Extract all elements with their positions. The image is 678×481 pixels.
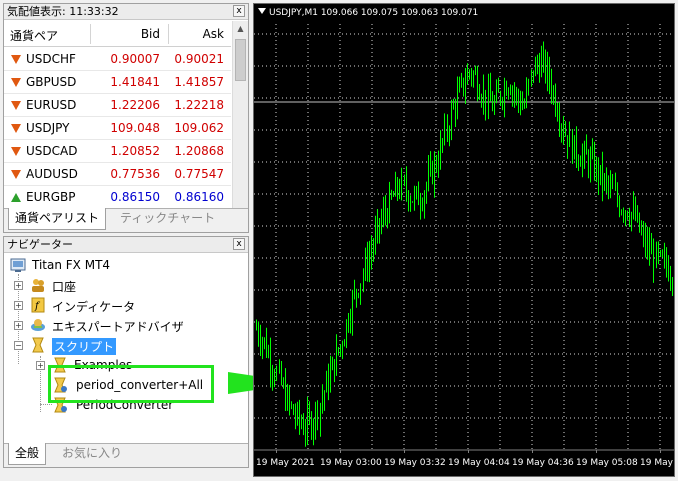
column-header-ask[interactable]: Ask	[160, 27, 224, 41]
bid-price: 1.22206	[110, 98, 160, 112]
scrollbar[interactable]: ▲	[232, 21, 248, 208]
expert-advisor-icon	[31, 319, 45, 331]
arrow-down-icon	[11, 147, 21, 156]
time-axis-label: 19 May 05:08	[576, 458, 638, 468]
arrow-up-icon	[11, 193, 21, 202]
bid-price: 0.86150	[110, 190, 160, 204]
symbol-name: GBPUSD	[26, 75, 77, 89]
symbol-row[interactable]: AUDUSD 0.77536 0.77547	[4, 163, 231, 186]
symbol-name: USDJPY	[26, 121, 70, 135]
tab-tick-chart[interactable]: ティックチャート	[114, 208, 221, 230]
time-axis-label: 19 May 04:04	[448, 458, 510, 468]
ask-price: 1.20868	[174, 144, 224, 158]
indicators-icon: f	[31, 297, 45, 313]
symbol-row[interactable]: USDCAD 1.20852 1.20868	[4, 140, 231, 163]
expand-icon[interactable]: +	[36, 361, 45, 370]
symbol-name: AUDUSD	[26, 167, 78, 181]
collapse-icon[interactable]: −	[14, 341, 23, 350]
bid-price: 1.41841	[110, 75, 160, 89]
chart-title-text: USDJPY,M1 109.066 109.075 109.063 109.07…	[269, 8, 479, 18]
symbol-name: USDCAD	[26, 144, 78, 158]
ask-price: 1.41857	[174, 75, 224, 89]
time-axis-label: 19 May 2021	[256, 458, 315, 468]
expand-icon[interactable]: +	[14, 281, 23, 290]
time-axis-label: 19 May 03:32	[384, 458, 446, 468]
scroll-thumb[interactable]	[235, 39, 246, 81]
arrow-down-icon	[11, 55, 21, 64]
market-watch-header: 通貨ペア Bid Ask	[4, 21, 231, 47]
close-icon[interactable]: x	[233, 238, 245, 250]
symbol-list: USDCHF 0.90007 0.90021 GBPUSD 1.41841 1.41857…	[4, 48, 231, 208]
ask-price: 109.062	[174, 121, 224, 135]
symbol-name: EURUSD	[26, 98, 77, 112]
market-watch-tabs: 通貨ペアリスト ティックチャート	[4, 208, 248, 232]
ask-price: 0.77547	[174, 167, 224, 181]
symbol-name: USDCHF	[26, 52, 76, 66]
tree-line	[40, 404, 52, 405]
ask-price: 1.22218	[174, 98, 224, 112]
close-icon[interactable]: x	[233, 5, 245, 17]
navigator-panel: ナビゲーター x Titan FX MT4 + 口座 + f インディケータ +…	[3, 236, 249, 468]
time-axis-label: 19 May 05:40	[640, 458, 674, 468]
tab-favorites[interactable]: お気に入り	[56, 443, 128, 465]
symbol-row[interactable]: EURUSD 1.22206 1.22218	[4, 94, 231, 117]
bid-price: 0.90007	[110, 52, 160, 66]
scroll-up-icon[interactable]: ▲	[233, 21, 248, 36]
tab-general[interactable]: 全般	[8, 443, 47, 465]
symbol-row[interactable]: GBPUSD 1.41841 1.41857	[4, 71, 231, 94]
navigator-tree: Titan FX MT4 + 口座 + f インディケータ + エキスパートアド…	[4, 254, 248, 444]
column-header-bid[interactable]: Bid	[94, 27, 160, 41]
bid-price: 0.77536	[110, 167, 160, 181]
chart-canvas: 19 May 2021 19 May 03:00 19 May 03:32 19 Ma…	[254, 24, 674, 468]
navigator-tabs: 全般 お気に入り	[4, 443, 248, 467]
tree-root-label: Titan FX MT4	[32, 258, 111, 272]
price-chart[interactable]: 19 May 2021 19 May 03:00 19 May 03:32 19 Ma…	[253, 3, 675, 477]
highlight-box	[48, 365, 214, 403]
column-header-symbol[interactable]: 通貨ペア	[10, 27, 58, 44]
symbol-row[interactable]: EURGBP 0.86150 0.86160	[4, 186, 231, 208]
symbol-row[interactable]: USDJPY 109.048 109.062	[4, 117, 231, 140]
arrow-down-icon	[11, 78, 21, 87]
chart-title: USDJPY,M1 109.066 109.075 109.063 109.07…	[258, 8, 478, 18]
market-watch-title: 気配値表示: 11:33:32 x	[4, 4, 248, 20]
tree-item-label-selected: スクリプト	[52, 338, 117, 355]
time-axis-label: 19 May 04:36	[512, 458, 574, 468]
scripts-icon	[32, 337, 44, 353]
symbol-row[interactable]: USDCHF 0.90007 0.90021	[4, 48, 231, 71]
ask-price: 0.86160	[174, 190, 224, 204]
dropdown-icon	[258, 8, 266, 14]
tree-item-label: インディケータ	[52, 300, 136, 314]
arrow-down-icon	[11, 170, 21, 179]
column-divider[interactable]	[90, 24, 91, 44]
tab-symbols[interactable]: 通貨ペアリスト	[8, 208, 107, 230]
terminal-icon	[10, 258, 26, 272]
accounts-icon	[32, 279, 44, 292]
navigator-title-text: ナビゲーター	[7, 238, 73, 251]
bid-price: 1.20852	[110, 144, 160, 158]
market-watch-panel: 気配値表示: 11:33:32 x 通貨ペア Bid Ask USDCHF 0.9…	[3, 3, 249, 233]
symbol-name: EURGBP	[26, 190, 76, 204]
arrow-down-icon	[11, 124, 21, 133]
expand-icon[interactable]: +	[14, 321, 23, 330]
ask-price: 0.90021	[174, 52, 224, 66]
expand-icon[interactable]: +	[14, 301, 23, 310]
bid-price: 109.048	[110, 121, 160, 135]
navigator-title: ナビゲーター x	[4, 237, 248, 253]
tree-item-label: 口座	[52, 280, 77, 294]
tree-item-label: エキスパートアドバイザ	[52, 320, 184, 334]
market-watch-title-text: 気配値表示: 11:33:32	[7, 5, 119, 18]
time-axis-label: 19 May 03:00	[320, 458, 382, 468]
arrow-down-icon	[11, 101, 21, 110]
